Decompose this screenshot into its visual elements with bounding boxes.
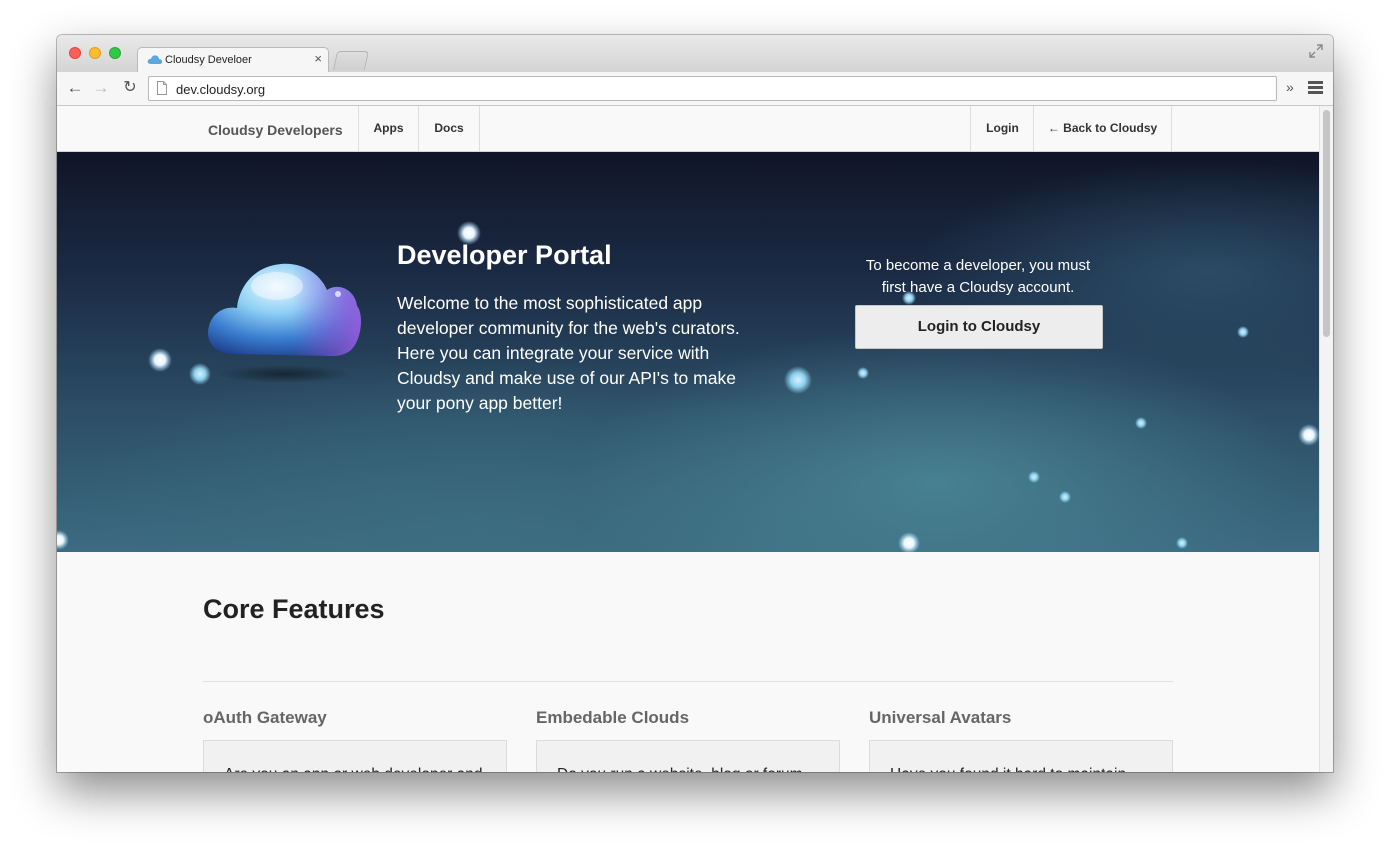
cloud-favicon-icon: [147, 55, 163, 64]
back-to-cloudsy-link[interactable]: ← Back to Cloudsy: [1033, 106, 1172, 151]
page-viewport: Cloudsy Developers Apps Docs Login ← Bac…: [57, 106, 1319, 772]
fullscreen-icon[interactable]: [1309, 44, 1323, 58]
feature-title: Universal Avatars: [869, 708, 1012, 727]
tab-title: Cloudsy Develoer: [165, 54, 252, 66]
section-divider: [203, 681, 1173, 682]
core-features-heading: Core Features: [203, 594, 385, 624]
signup-note: To become a developer, you must first ha…: [865, 257, 1091, 296]
tab-close-icon[interactable]: ×: [314, 51, 322, 67]
minimize-window-button[interactable]: [89, 47, 101, 59]
new-tab-button[interactable]: [332, 51, 370, 70]
hamburger-menu-icon[interactable]: [1308, 81, 1323, 95]
site-brand[interactable]: Cloudsy Developers: [208, 122, 343, 138]
page-icon: [157, 81, 167, 95]
feature-description: Are you an app or web developer and want…: [203, 740, 507, 772]
tab-strip: Cloudsy Develoer ×: [57, 35, 1333, 72]
cloud-logo: [208, 263, 361, 382]
close-window-button[interactable]: [69, 47, 81, 59]
feature-card-oauth: oAuth Gateway Are you an app or web deve…: [203, 708, 507, 772]
reload-icon[interactable]: ↻: [120, 78, 140, 98]
browser-tab[interactable]: Cloudsy Develoer ×: [137, 47, 329, 72]
login-to-cloudsy-button[interactable]: Login to Cloudsy: [855, 305, 1103, 349]
zoom-window-button[interactable]: [109, 47, 121, 59]
hero-banner: Developer Portal Welcome to the most sop…: [57, 152, 1319, 552]
nav-apps-link[interactable]: Apps: [358, 106, 418, 151]
feature-title: Embedable Clouds: [536, 708, 690, 727]
back-arrow-icon[interactable]: ←: [65, 78, 85, 98]
browser-window: Cloudsy Develoer × ← → ↻ dev.cloudsy.org…: [57, 35, 1333, 772]
nav-login-link[interactable]: Login: [970, 106, 1034, 151]
bookmarks-overflow-icon[interactable]: »: [1286, 79, 1294, 95]
feature-title: oAuth Gateway: [203, 708, 327, 727]
page-scrollbar[interactable]: [1319, 106, 1333, 772]
nav-docs-link[interactable]: Docs: [418, 106, 480, 151]
feature-card-universal-avatars: Universal Avatars Have you found it hard…: [869, 708, 1173, 772]
url-text: dev.cloudsy.org: [176, 82, 266, 97]
hero-description: Welcome to the most sophisticated app de…: [397, 293, 740, 413]
site-navbar: Cloudsy Developers Apps Docs Login ← Bac…: [57, 106, 1319, 152]
feature-description: Do you run a website, blog or forum wher…: [536, 740, 840, 772]
hero-title: Developer Portal: [397, 240, 612, 270]
feature-description: Have you found it hard to maintain avata…: [869, 740, 1173, 772]
feature-card-embedable-clouds: Embedable Clouds Do you run a website, b…: [536, 708, 840, 772]
address-bar[interactable]: dev.cloudsy.org: [148, 76, 1277, 101]
browser-toolbar: ← → ↻ dev.cloudsy.org »: [57, 72, 1333, 106]
forward-arrow-icon[interactable]: →: [91, 78, 111, 98]
scrollbar-thumb[interactable]: [1323, 110, 1330, 337]
